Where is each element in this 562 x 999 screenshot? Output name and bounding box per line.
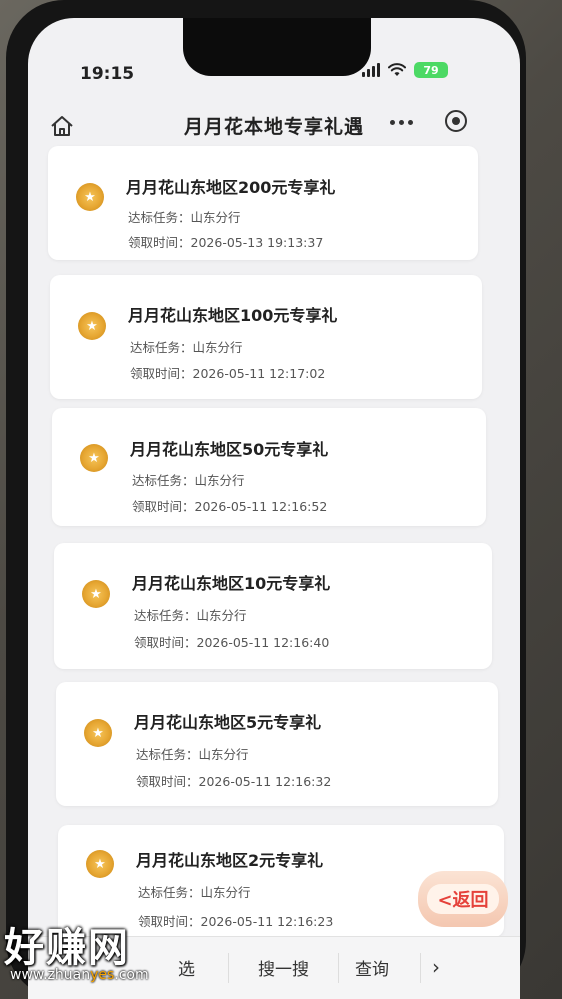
tab-search[interactable]: 搜一搜	[258, 955, 309, 980]
tab-query[interactable]: 查询	[355, 955, 389, 980]
gift-task: 达标任务：山东分行	[130, 340, 243, 355]
gift-task: 达标任务：山东分行	[138, 885, 251, 900]
gift-time: 领取时间：2026-05-13 19:13:37	[128, 235, 324, 250]
gift-time: 领取时间：2026-05-11 12:16:40	[134, 635, 330, 650]
gift-task: 达标任务：山东分行	[132, 473, 245, 488]
gift-time: 领取时间：2026-05-11 12:16:52	[132, 499, 328, 514]
watermark-url: www.zhuanyes.com	[10, 967, 149, 983]
tab-divider	[420, 953, 421, 983]
gift-title: 月月花山东地区5元专享礼	[134, 713, 322, 732]
gift-time: 领取时间：2026-05-11 12:17:02	[130, 366, 326, 381]
gift-task: 达标任务：山东分行	[134, 608, 247, 623]
phone-screen: 19:15 79 月月花本地专享礼遇 ★ 月月花山东地区200元专享礼 达标任务…	[28, 18, 520, 999]
back-label: <返回	[427, 884, 499, 914]
coin-icon: ★	[86, 850, 114, 878]
gift-task: 达标任务：山东分行	[128, 210, 241, 225]
gift-title: 月月花山东地区100元专享礼	[128, 306, 338, 325]
coin-icon: ★	[76, 183, 104, 211]
gift-card[interactable]: ★ 月月花山东地区5元专享礼 达标任务：山东分行 领取时间：2026-05-11…	[56, 682, 498, 806]
coin-icon: ★	[80, 444, 108, 472]
gift-card[interactable]: ★ 月月花山东地区100元专享礼 达标任务：山东分行 领取时间：2026-05-…	[50, 275, 482, 399]
gift-title: 月月花山东地区2元专享礼	[136, 851, 324, 870]
tab-divider	[228, 953, 229, 983]
chevron-right-icon[interactable]: ›	[432, 955, 440, 979]
gift-title: 月月花山东地区200元专享礼	[126, 178, 336, 197]
coin-icon: ★	[78, 312, 106, 340]
gift-card[interactable]: ★ 月月花山东地区200元专享礼 达标任务：山东分行 领取时间：2026-05-…	[48, 146, 478, 260]
coin-icon: ★	[82, 580, 110, 608]
site-watermark: 好赚网 www.zhuanyes.com	[0, 913, 200, 999]
phone-frame: 19:15 79 月月花本地专享礼遇 ★ 月月花山东地区200元专享礼 达标任务…	[6, 0, 526, 999]
watermark-logo: 好赚网	[4, 924, 130, 971]
gift-card[interactable]: ★ 月月花山东地区50元专享礼 达标任务：山东分行 领取时间：2026-05-1…	[52, 408, 486, 526]
gift-task: 达标任务：山东分行	[136, 747, 249, 762]
gift-time: 领取时间：2026-05-11 12:16:32	[136, 774, 332, 789]
floating-back-button[interactable]: <返回	[418, 871, 508, 927]
gift-title: 月月花山东地区10元专享礼	[132, 574, 331, 593]
coin-icon: ★	[84, 719, 112, 747]
gift-list: ★ 月月花山东地区200元专享礼 达标任务：山东分行 领取时间：2026-05-…	[28, 18, 520, 999]
tab-divider	[338, 953, 339, 983]
gift-title: 月月花山东地区50元专享礼	[130, 440, 329, 459]
gift-card[interactable]: ★ 月月花山东地区10元专享礼 达标任务：山东分行 领取时间：2026-05-1…	[54, 543, 492, 669]
